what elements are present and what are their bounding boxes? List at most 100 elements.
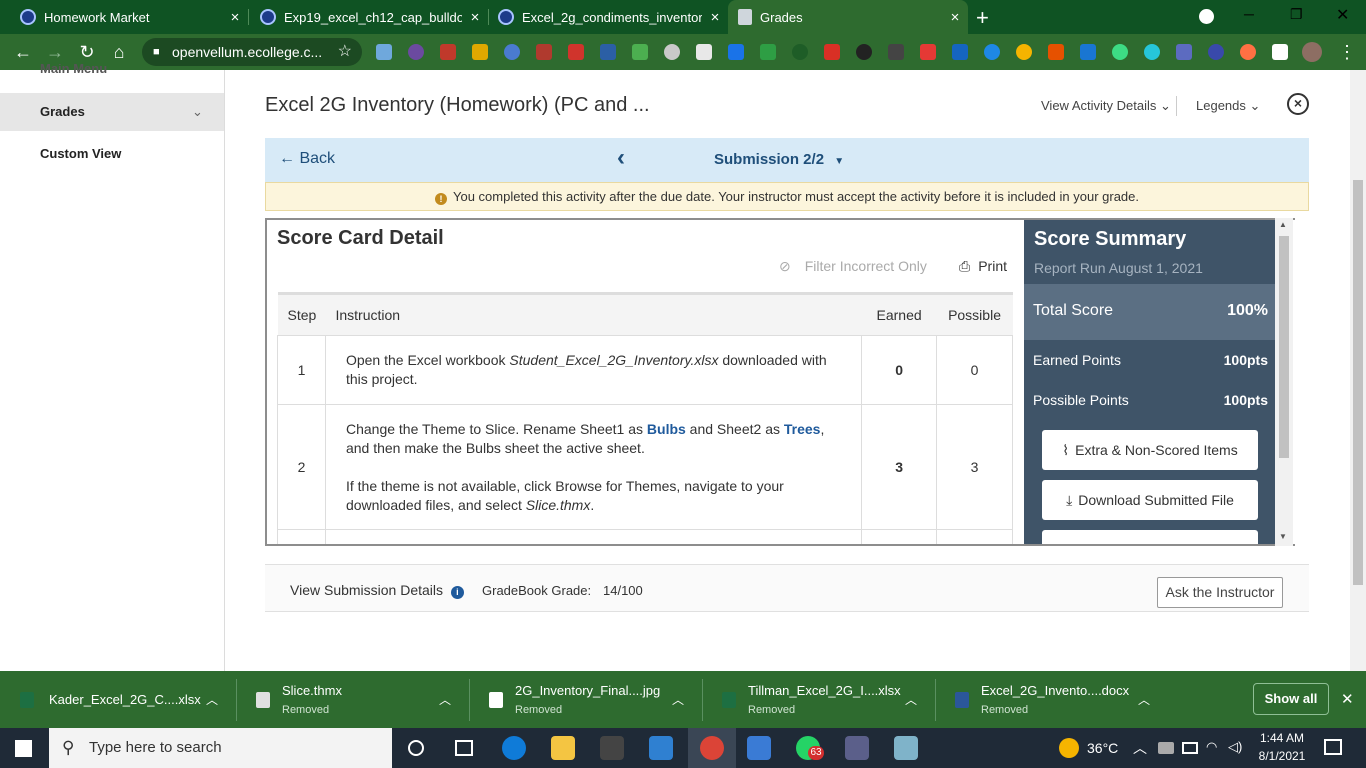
sidebar-item-custom-view[interactable]: Custom View: [0, 144, 224, 164]
previous-submission-chevron-icon[interactable]: ‹: [617, 144, 625, 172]
extension-icon[interactable]: [792, 44, 808, 60]
filter-incorrect-toggle[interactable]: ⊘ Filter Incorrect Only: [779, 258, 927, 275]
extension-icon[interactable]: [1208, 44, 1224, 60]
download-item[interactable]: Tillman_Excel_2G_I....xlsx Removed ︿: [702, 671, 935, 728]
extension-icon[interactable]: [504, 44, 520, 60]
scroll-up-icon[interactable]: ▲: [1279, 220, 1287, 229]
video-editor-icon[interactable]: [845, 736, 869, 760]
app-icon[interactable]: [894, 736, 918, 760]
extension-icon[interactable]: [1176, 44, 1192, 60]
close-activity-button[interactable]: ×: [1287, 93, 1309, 115]
tab-grades[interactable]: Grades ×: [728, 0, 968, 34]
tab-search-icon[interactable]: [1199, 9, 1214, 24]
minimize-button[interactable]: ─: [1244, 6, 1254, 22]
page-scrollbar[interactable]: [1350, 70, 1366, 671]
tab-condiments[interactable]: Excel_2g_condiments_inventory | ×: [478, 0, 728, 34]
wifi-icon[interactable]: ◠: [1206, 739, 1217, 755]
chevron-up-icon[interactable]: ︿: [905, 691, 917, 708]
back-button[interactable]: ← Back: [279, 150, 335, 168]
taskbar-active-app[interactable]: [688, 728, 736, 768]
legends-menu[interactable]: Legends ⌄: [1196, 98, 1260, 114]
volume-icon[interactable]: ◁): [1228, 739, 1242, 755]
download-submitted-file-button[interactable]: ⤓ Download Submitted File: [1042, 480, 1258, 520]
extension-icon[interactable]: [1048, 44, 1064, 60]
weather-icon[interactable]: [1059, 738, 1079, 758]
clock-date[interactable]: 8/1/2021: [1256, 749, 1308, 763]
extension-icon[interactable]: [952, 44, 968, 60]
network-icon[interactable]: [1158, 742, 1174, 754]
extension-icon[interactable]: [888, 44, 904, 60]
submission-selector[interactable]: Submission 2/2 ▼: [714, 151, 844, 168]
address-bar[interactable]: ■ openvellum.ecollege.c... ☆: [142, 38, 362, 66]
download-item[interactable]: Excel_2G_Invento....docx Removed ︿: [935, 671, 1168, 728]
file-explorer-icon[interactable]: [551, 736, 575, 760]
task-view-icon[interactable]: [455, 740, 473, 756]
restore-button[interactable]: ❐: [1290, 6, 1303, 23]
store-icon[interactable]: [600, 736, 624, 760]
edge-icon[interactable]: [502, 736, 526, 760]
extension-icon[interactable]: [600, 44, 616, 60]
extension-icon[interactable]: [1080, 44, 1096, 60]
extension-icon[interactable]: [408, 44, 424, 60]
extension-icon[interactable]: [696, 44, 712, 60]
view-submission-details-link[interactable]: View Submission Details i: [290, 582, 464, 599]
windows-start-icon[interactable]: [15, 740, 32, 757]
sidebar-main-menu[interactable]: Main Menu: [0, 64, 224, 82]
chevron-up-icon[interactable]: ︿: [439, 691, 451, 708]
extension-icon[interactable]: [664, 44, 680, 60]
kebab-menu-icon[interactable]: ⋮: [1332, 34, 1362, 70]
summary-button-partial[interactable]: [1042, 530, 1258, 544]
download-item[interactable]: Kader_Excel_2G_C....xlsx ︿: [0, 671, 236, 728]
download-item[interactable]: Slice.thmx Removed ︿: [236, 671, 469, 728]
extension-icon[interactable]: [1240, 44, 1256, 60]
bookmark-star-icon[interactable]: ☆: [338, 38, 352, 66]
notifications-icon[interactable]: [1324, 739, 1342, 755]
close-downloads-icon[interactable]: ✕: [1341, 690, 1354, 708]
close-icon[interactable]: ×: [702, 9, 728, 26]
page-scrollbar-thumb[interactable]: [1353, 180, 1363, 585]
download-item[interactable]: 2G_Inventory_Final....jpg Removed ︿: [469, 671, 702, 728]
extra-non-scored-items-button[interactable]: ⌇ Extra & Non-Scored Items: [1042, 430, 1258, 470]
extension-icon[interactable]: [472, 44, 488, 60]
cortana-icon[interactable]: [408, 740, 424, 756]
tab-homework-market[interactable]: Homework Market ×: [0, 0, 248, 34]
extension-icon[interactable]: [920, 44, 936, 60]
close-icon[interactable]: ×: [942, 9, 968, 26]
extension-icon[interactable]: [376, 44, 392, 60]
mail-icon[interactable]: [649, 736, 673, 760]
extension-icon[interactable]: [728, 44, 744, 60]
extension-icon[interactable]: [568, 44, 584, 60]
extension-icon[interactable]: [1016, 44, 1032, 60]
chevron-up-icon[interactable]: ︿: [672, 691, 684, 708]
extension-icon[interactable]: [856, 44, 872, 60]
tab-exp19[interactable]: Exp19_excel_ch12_cap_bulldog_c ×: [240, 0, 488, 34]
photos-icon[interactable]: [747, 736, 771, 760]
extension-icon[interactable]: [1112, 44, 1128, 60]
clock-time[interactable]: 1:44 AM: [1258, 731, 1306, 745]
show-all-downloads-button[interactable]: Show all: [1253, 683, 1329, 715]
chevron-up-icon[interactable]: ︿: [1138, 691, 1150, 708]
chevron-up-icon[interactable]: ︿: [206, 691, 218, 708]
extension-icon[interactable]: [984, 44, 1000, 60]
extension-icon[interactable]: [632, 44, 648, 60]
extension-icon[interactable]: [536, 44, 552, 60]
taskbar-search-input[interactable]: ⚲ Type here to search: [49, 728, 392, 768]
extension-icon[interactable]: [440, 44, 456, 60]
window-close-button[interactable]: ✕: [1336, 5, 1349, 25]
view-activity-details-menu[interactable]: View Activity Details ⌄: [1041, 98, 1171, 114]
score-card-scrollbar[interactable]: ▲ ▼: [1275, 218, 1293, 546]
avatar[interactable]: [1302, 42, 1322, 62]
temperature-text[interactable]: 36°C: [1087, 740, 1118, 756]
puzzle-extensions-icon[interactable]: [1272, 44, 1288, 60]
extension-icon[interactable]: [760, 44, 776, 60]
chevron-up-icon[interactable]: ︿: [1133, 738, 1147, 758]
extension-icon[interactable]: [1144, 44, 1160, 60]
battery-icon[interactable]: [1182, 742, 1198, 754]
ask-instructor-button[interactable]: Ask the Instructor: [1157, 577, 1283, 608]
sidebar-item-grades[interactable]: Grades ⌄: [0, 93, 224, 131]
print-button[interactable]: ⎙ Print: [959, 258, 1007, 275]
scrollbar-thumb[interactable]: [1279, 236, 1289, 458]
scroll-down-icon[interactable]: ▼: [1279, 532, 1287, 541]
new-tab-button[interactable]: +: [976, 5, 989, 31]
extension-icon[interactable]: [824, 44, 840, 60]
